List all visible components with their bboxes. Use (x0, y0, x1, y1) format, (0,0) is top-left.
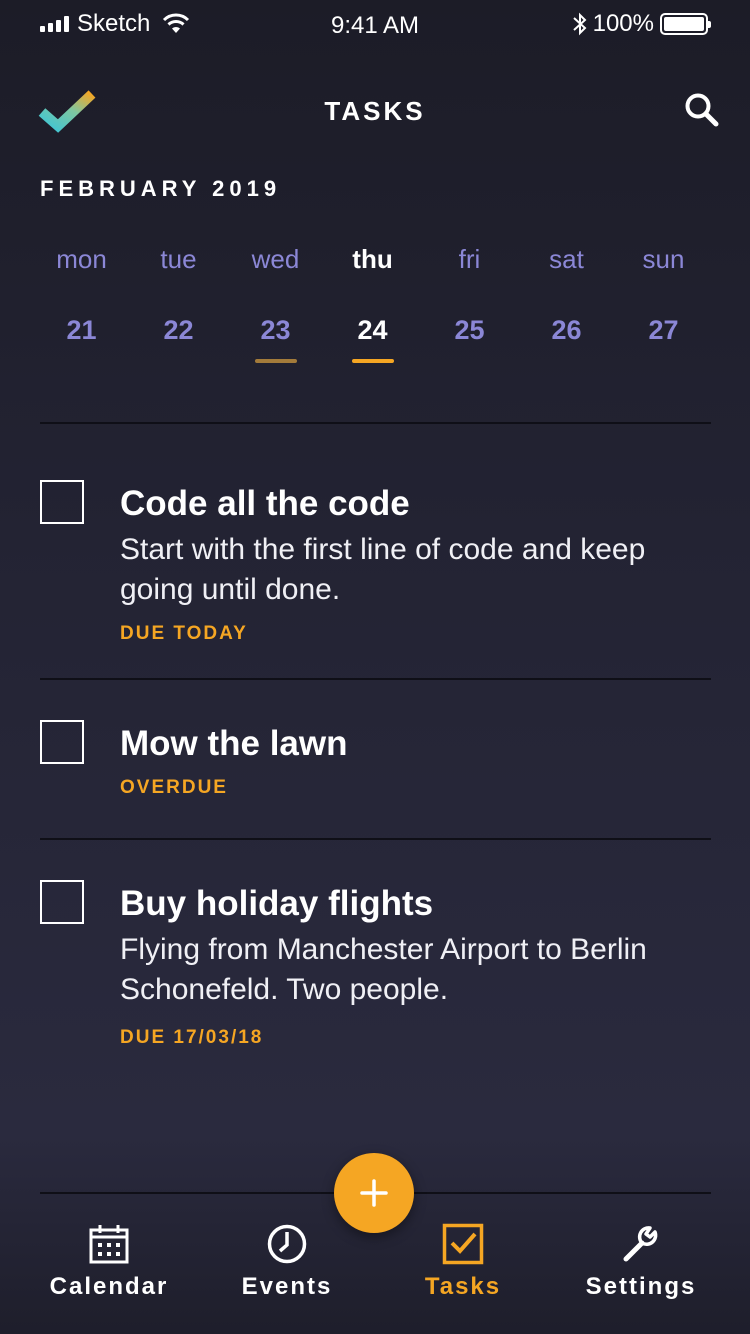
task-description: Flying from Manchester Airport to Berlin… (120, 933, 647, 1006)
day-mon[interactable]: mon 21 (33, 238, 130, 368)
add-task-button[interactable] (334, 1153, 414, 1233)
task-checkbox[interactable] (40, 480, 84, 524)
day-name: sun (642, 244, 685, 274)
task-checkbox[interactable] (40, 880, 84, 924)
day-sat[interactable]: sat 26 (518, 238, 615, 368)
tab-label: Settings (585, 1273, 697, 1300)
day-name: sat (549, 244, 584, 274)
plus-icon (360, 1179, 388, 1207)
search-icon[interactable] (684, 92, 720, 133)
task-item[interactable]: Code all the code Start with the first l… (40, 480, 720, 660)
calendar-icon (89, 1225, 129, 1264)
tab-label: Events (241, 1273, 333, 1300)
tab-label: Tasks (424, 1273, 502, 1300)
day-name: wed (251, 244, 300, 274)
day-name: mon (56, 244, 107, 274)
task-due-label: DUE TODAY (120, 623, 248, 644)
task-checkbox[interactable] (40, 720, 84, 764)
day-number: 27 (648, 315, 679, 345)
tab-settings[interactable]: Settings (551, 1223, 731, 1301)
month-label: FEBRUARY 2019 (40, 176, 282, 201)
day-number: 23 (260, 315, 291, 345)
day-number: 24 (357, 315, 388, 345)
task-description: Start with the first line of code and ke… (120, 533, 646, 606)
checkbox-icon (442, 1223, 484, 1265)
task-title: Mow the lawn (120, 724, 348, 763)
divider (40, 422, 711, 424)
week-strip: mon 21 tue 22 wed 23 thu 24 fri 25 sat 2… (33, 238, 713, 368)
battery-icon (660, 13, 711, 35)
day-wed[interactable]: wed 23 (227, 238, 324, 368)
day-number: 25 (454, 315, 485, 345)
day-fri[interactable]: fri 25 (421, 238, 518, 368)
day-name: thu (352, 244, 393, 274)
task-title: Code all the code (120, 484, 410, 523)
tab-label: Calendar (49, 1273, 169, 1300)
day-sun[interactable]: sun 27 (615, 238, 712, 368)
clock-icon (267, 1224, 307, 1264)
day-name: tue (160, 244, 197, 274)
tab-events[interactable]: Events (197, 1223, 377, 1301)
wrench-icon (623, 1226, 658, 1262)
task-due-label: DUE 17/03/18 (120, 1027, 264, 1048)
day-number: 26 (551, 315, 582, 345)
tab-tasks[interactable]: Tasks (373, 1223, 553, 1301)
page-title: TASKS (324, 96, 426, 126)
divider (40, 678, 711, 680)
day-underline (254, 359, 297, 363)
selected-day-underline (351, 359, 394, 363)
navigation-bar: TASKS (0, 80, 750, 140)
day-tue[interactable]: tue 22 (130, 238, 227, 368)
task-item[interactable]: Mow the lawn OVERDUE (40, 720, 720, 820)
battery-info: 100% (572, 10, 711, 38)
task-title: Buy holiday flights (120, 884, 434, 923)
battery-percentage: 100% (592, 10, 654, 37)
bluetooth-icon (572, 12, 587, 36)
status-bar: Sketch 9:41 AM 100% (0, 0, 750, 48)
day-number: 22 (163, 315, 194, 345)
tab-calendar[interactable]: Calendar (19, 1223, 199, 1301)
day-number: 21 (66, 315, 97, 345)
task-due-label: OVERDUE (120, 777, 228, 798)
day-name: fri (458, 244, 481, 274)
divider (40, 838, 711, 840)
day-thu[interactable]: thu 24 (324, 238, 421, 368)
task-item[interactable]: Buy holiday flights Flying from Manchest… (40, 880, 720, 1060)
